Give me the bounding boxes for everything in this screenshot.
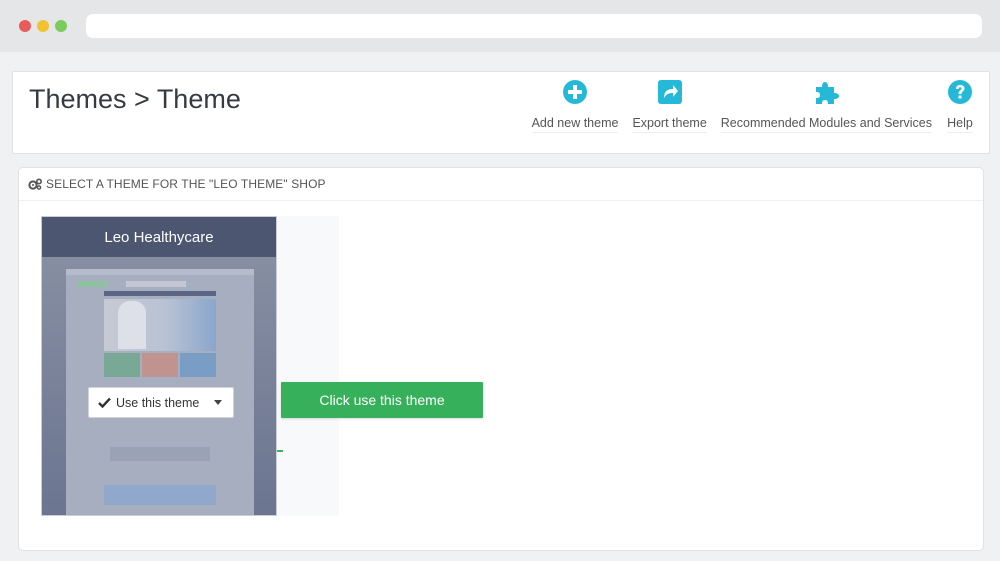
- panel-title: SELECT A THEME FOR THE "LEO THEME" SHOP: [46, 177, 326, 191]
- add-new-theme-button[interactable]: Add new theme: [525, 78, 626, 133]
- address-bar[interactable]: [86, 14, 982, 38]
- panel-heading: SELECT A THEME FOR THE "LEO THEME" SHOP: [19, 168, 983, 201]
- recommended-modules-label: Recommended Modules and Services: [720, 116, 932, 133]
- browser-chrome: [0, 0, 1000, 52]
- page-content: Themes > Theme Add new theme Export them…: [0, 52, 1000, 561]
- minimize-window-button[interactable]: [37, 20, 49, 32]
- chevron-down-icon[interactable]: [214, 400, 222, 405]
- callout-pointer: [277, 450, 283, 452]
- help-label: Help: [947, 116, 973, 133]
- add-new-theme-label: Add new theme: [531, 116, 619, 133]
- page-title: Themes > Theme: [29, 84, 241, 114]
- export-theme-label: Export theme: [632, 116, 707, 133]
- use-this-theme-label: Use this theme: [116, 395, 200, 410]
- use-this-theme-button[interactable]: Use this theme: [88, 387, 234, 418]
- help-button[interactable]: Help: [939, 78, 981, 133]
- theme-card: Leo Healthycare Use this theme: [41, 216, 277, 516]
- close-window-button[interactable]: [19, 20, 31, 32]
- cogs-icon: [28, 178, 42, 190]
- page-header: Themes > Theme Add new theme Export them…: [12, 71, 990, 154]
- card-shadow-area: [277, 216, 339, 516]
- theme-selection-panel: SELECT A THEME FOR THE "LEO THEME" SHOP …: [18, 167, 984, 551]
- puzzle-icon: [812, 78, 840, 106]
- recommended-modules-button[interactable]: Recommended Modules and Services: [714, 78, 939, 133]
- plus-circle-icon: [561, 78, 589, 106]
- instruction-callout: Click use this theme: [281, 382, 483, 418]
- question-circle-icon: [946, 78, 974, 106]
- header-toolbar: Add new theme Export theme Recommended M…: [525, 78, 981, 133]
- export-theme-button[interactable]: Export theme: [625, 78, 713, 133]
- theme-preview: Use this theme: [42, 257, 276, 515]
- maximize-window-button[interactable]: [55, 20, 67, 32]
- share-icon: [656, 78, 684, 106]
- check-icon: [98, 397, 111, 408]
- theme-name: Leo Healthycare: [42, 217, 276, 257]
